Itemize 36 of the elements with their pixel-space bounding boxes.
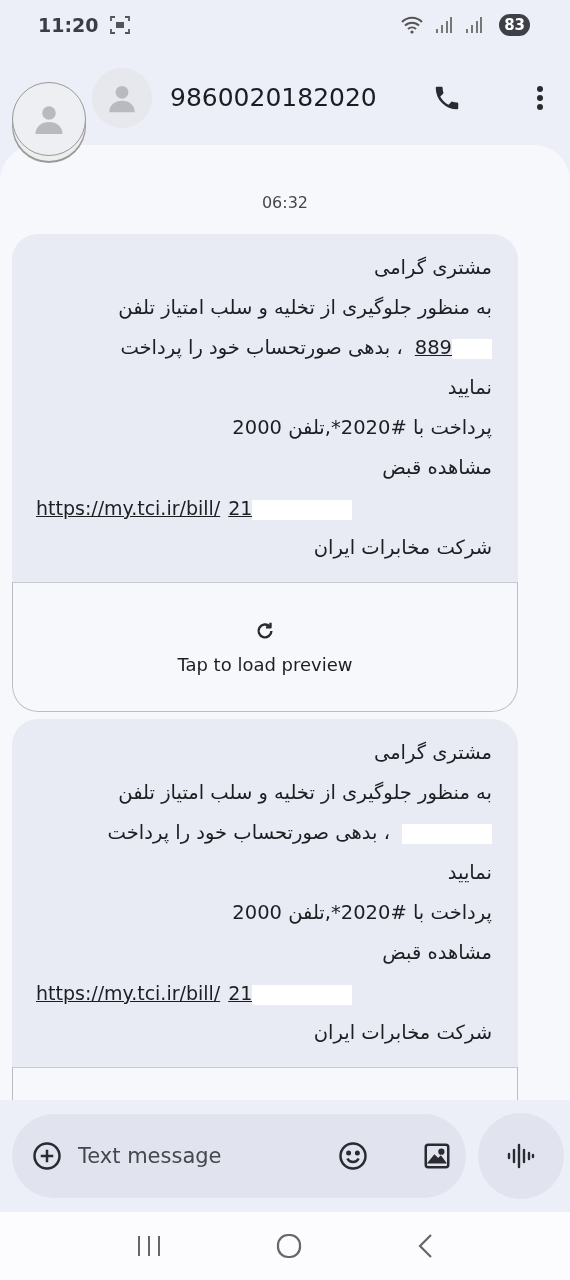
home-icon (275, 1232, 303, 1260)
message-text: ، بدهی صورتحساب خود را پرداخت (120, 335, 403, 361)
waveform-icon (506, 1141, 536, 1171)
message-text: نمایید (447, 860, 492, 886)
contact-number: 9860020182020 (170, 83, 378, 112)
message-text: پرداخت با #2020*,تلفن 2000 (232, 900, 492, 926)
emoji-icon[interactable] (338, 1141, 368, 1171)
url-link[interactable]: https://my.tci.ir/bill/ (36, 488, 221, 528)
message-text: مشتری گرامی (373, 740, 492, 766)
phone-link[interactable]: 889 (414, 328, 492, 368)
add-icon[interactable] (32, 1141, 62, 1171)
signal-icon (465, 16, 484, 34)
url-link[interactable]: https://my.tci.ir/bill/ (36, 973, 221, 1013)
bill-code-link[interactable]: 21 (228, 973, 353, 1013)
message-input-field[interactable]: Text message (76, 1143, 324, 1169)
message-text: مشاهده قبض (382, 940, 492, 966)
message-text: ، بدهی صورتحساب خود را پرداخت (107, 820, 390, 846)
message-text: شرکت مخابرات ایران (313, 1020, 492, 1046)
battery-level: 83 (499, 14, 530, 36)
screenshot-icon (110, 16, 131, 34)
link-preview-card[interactable]: Tap to load preview (12, 582, 518, 712)
wifi-icon (401, 16, 424, 34)
message-text: به منظور جلوگیری از تخلیه و سلب امتیاز تلفن (118, 295, 492, 321)
message-text: نمایید (447, 375, 492, 401)
message-text: شرکت مخابرات ایران (313, 535, 492, 561)
message-text: به منظور جلوگیری از تخلیه و سلب امتیاز تلفن (118, 780, 492, 806)
image-icon[interactable] (422, 1141, 452, 1171)
message-timestamp: 06:32 (261, 193, 309, 212)
clock: 11:20 (38, 14, 99, 36)
signal-icon (435, 16, 454, 34)
message-text: مشتری گرامی (373, 255, 492, 281)
bill-code-link[interactable]: 21 (228, 488, 353, 528)
message-text: پرداخت با #2020*,تلفن 2000 (232, 415, 492, 441)
more-icon (536, 84, 544, 111)
recent-apps-icon (136, 1234, 163, 1258)
message-text: مشاهده قبض (382, 455, 492, 481)
